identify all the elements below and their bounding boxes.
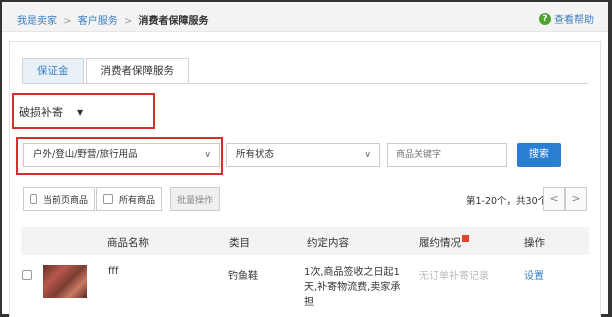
prev-page-button[interactable]: <: [543, 187, 565, 211]
help-link[interactable]: ? 查看帮助: [539, 11, 594, 26]
breadcrumb: 我是卖家 > 客户服务 > 消费者保障服务: [17, 12, 209, 27]
service-type-value: 破损补寄: [19, 106, 63, 119]
breadcrumb-separator: >: [123, 16, 133, 27]
batch-operation-button[interactable]: 批量操作: [170, 187, 220, 211]
tab-consumer-protection[interactable]: 消费者保障服务: [85, 58, 189, 84]
caret-down-icon: ▼: [77, 107, 84, 117]
checkbox-icon[interactable]: [30, 194, 37, 204]
tab-deposit[interactable]: 保证金: [22, 58, 84, 84]
table-header: 商品名称 类目 约定内容 履约情况 操作: [21, 227, 589, 255]
current-page-label: 当前页商品: [42, 195, 88, 206]
settings-link[interactable]: 设置: [524, 267, 544, 282]
new-badge-icon: [462, 235, 469, 242]
help-label: 查看帮助: [554, 15, 594, 26]
select-all-button[interactable]: 所有商品: [96, 187, 162, 211]
product-category: 钓鱼鞋: [228, 271, 258, 282]
category-select[interactable]: 户外/登山/野营/旅行用品 ∨: [23, 143, 220, 167]
breadcrumb-separator: >: [63, 16, 72, 27]
status-select[interactable]: 所有状态 ∨: [226, 143, 380, 167]
pagination-summary: 第1-20个，共30个: [466, 196, 548, 207]
chevron-down-icon: ∨: [204, 150, 211, 160]
breadcrumb-current: 消费者保障服务: [138, 16, 209, 27]
top-bar: 我是卖家 > 客户服务 > 消费者保障服务 ? 查看帮助: [2, 2, 608, 32]
checkbox-icon[interactable]: [103, 194, 113, 204]
header-action: 操作: [524, 237, 545, 249]
product-name[interactable]: fff: [108, 266, 118, 277]
header-product-name: 商品名称: [107, 237, 149, 249]
tab-divider: [22, 83, 588, 84]
agreed-content: 1次,商品签收之日起1天,补寄物流费,卖家承担: [304, 267, 401, 308]
header-fulfillment-label: 履约情况: [419, 237, 461, 249]
header-agreed-content: 约定内容: [307, 237, 349, 249]
header-category: 类目: [229, 237, 250, 249]
next-page-button[interactable]: >: [565, 187, 587, 211]
product-thumbnail[interactable]: [43, 265, 87, 298]
fulfillment-status: 无订单补寄记录: [419, 271, 489, 282]
chevron-down-icon: ∨: [364, 150, 371, 160]
status-value: 所有状态: [236, 149, 275, 160]
row-checkbox[interactable]: [22, 270, 32, 280]
search-button[interactable]: 搜索: [517, 143, 561, 167]
breadcrumb-seller[interactable]: 我是卖家: [17, 16, 57, 27]
tab-bar: 保证金 消费者保障服务: [22, 58, 191, 84]
keyword-search-input[interactable]: [387, 143, 507, 167]
all-products-label: 所有商品: [118, 195, 155, 206]
breadcrumb-customer-service[interactable]: 客户服务: [78, 16, 118, 27]
header-fulfillment: 履约情况: [419, 235, 469, 250]
question-circle-icon: ?: [539, 12, 551, 25]
service-type-select[interactable]: 破损补寄 ▼: [19, 103, 129, 121]
select-current-page-button[interactable]: 当前页商品: [23, 187, 95, 211]
category-value: 户外/登山/野营/旅行用品: [33, 149, 138, 160]
